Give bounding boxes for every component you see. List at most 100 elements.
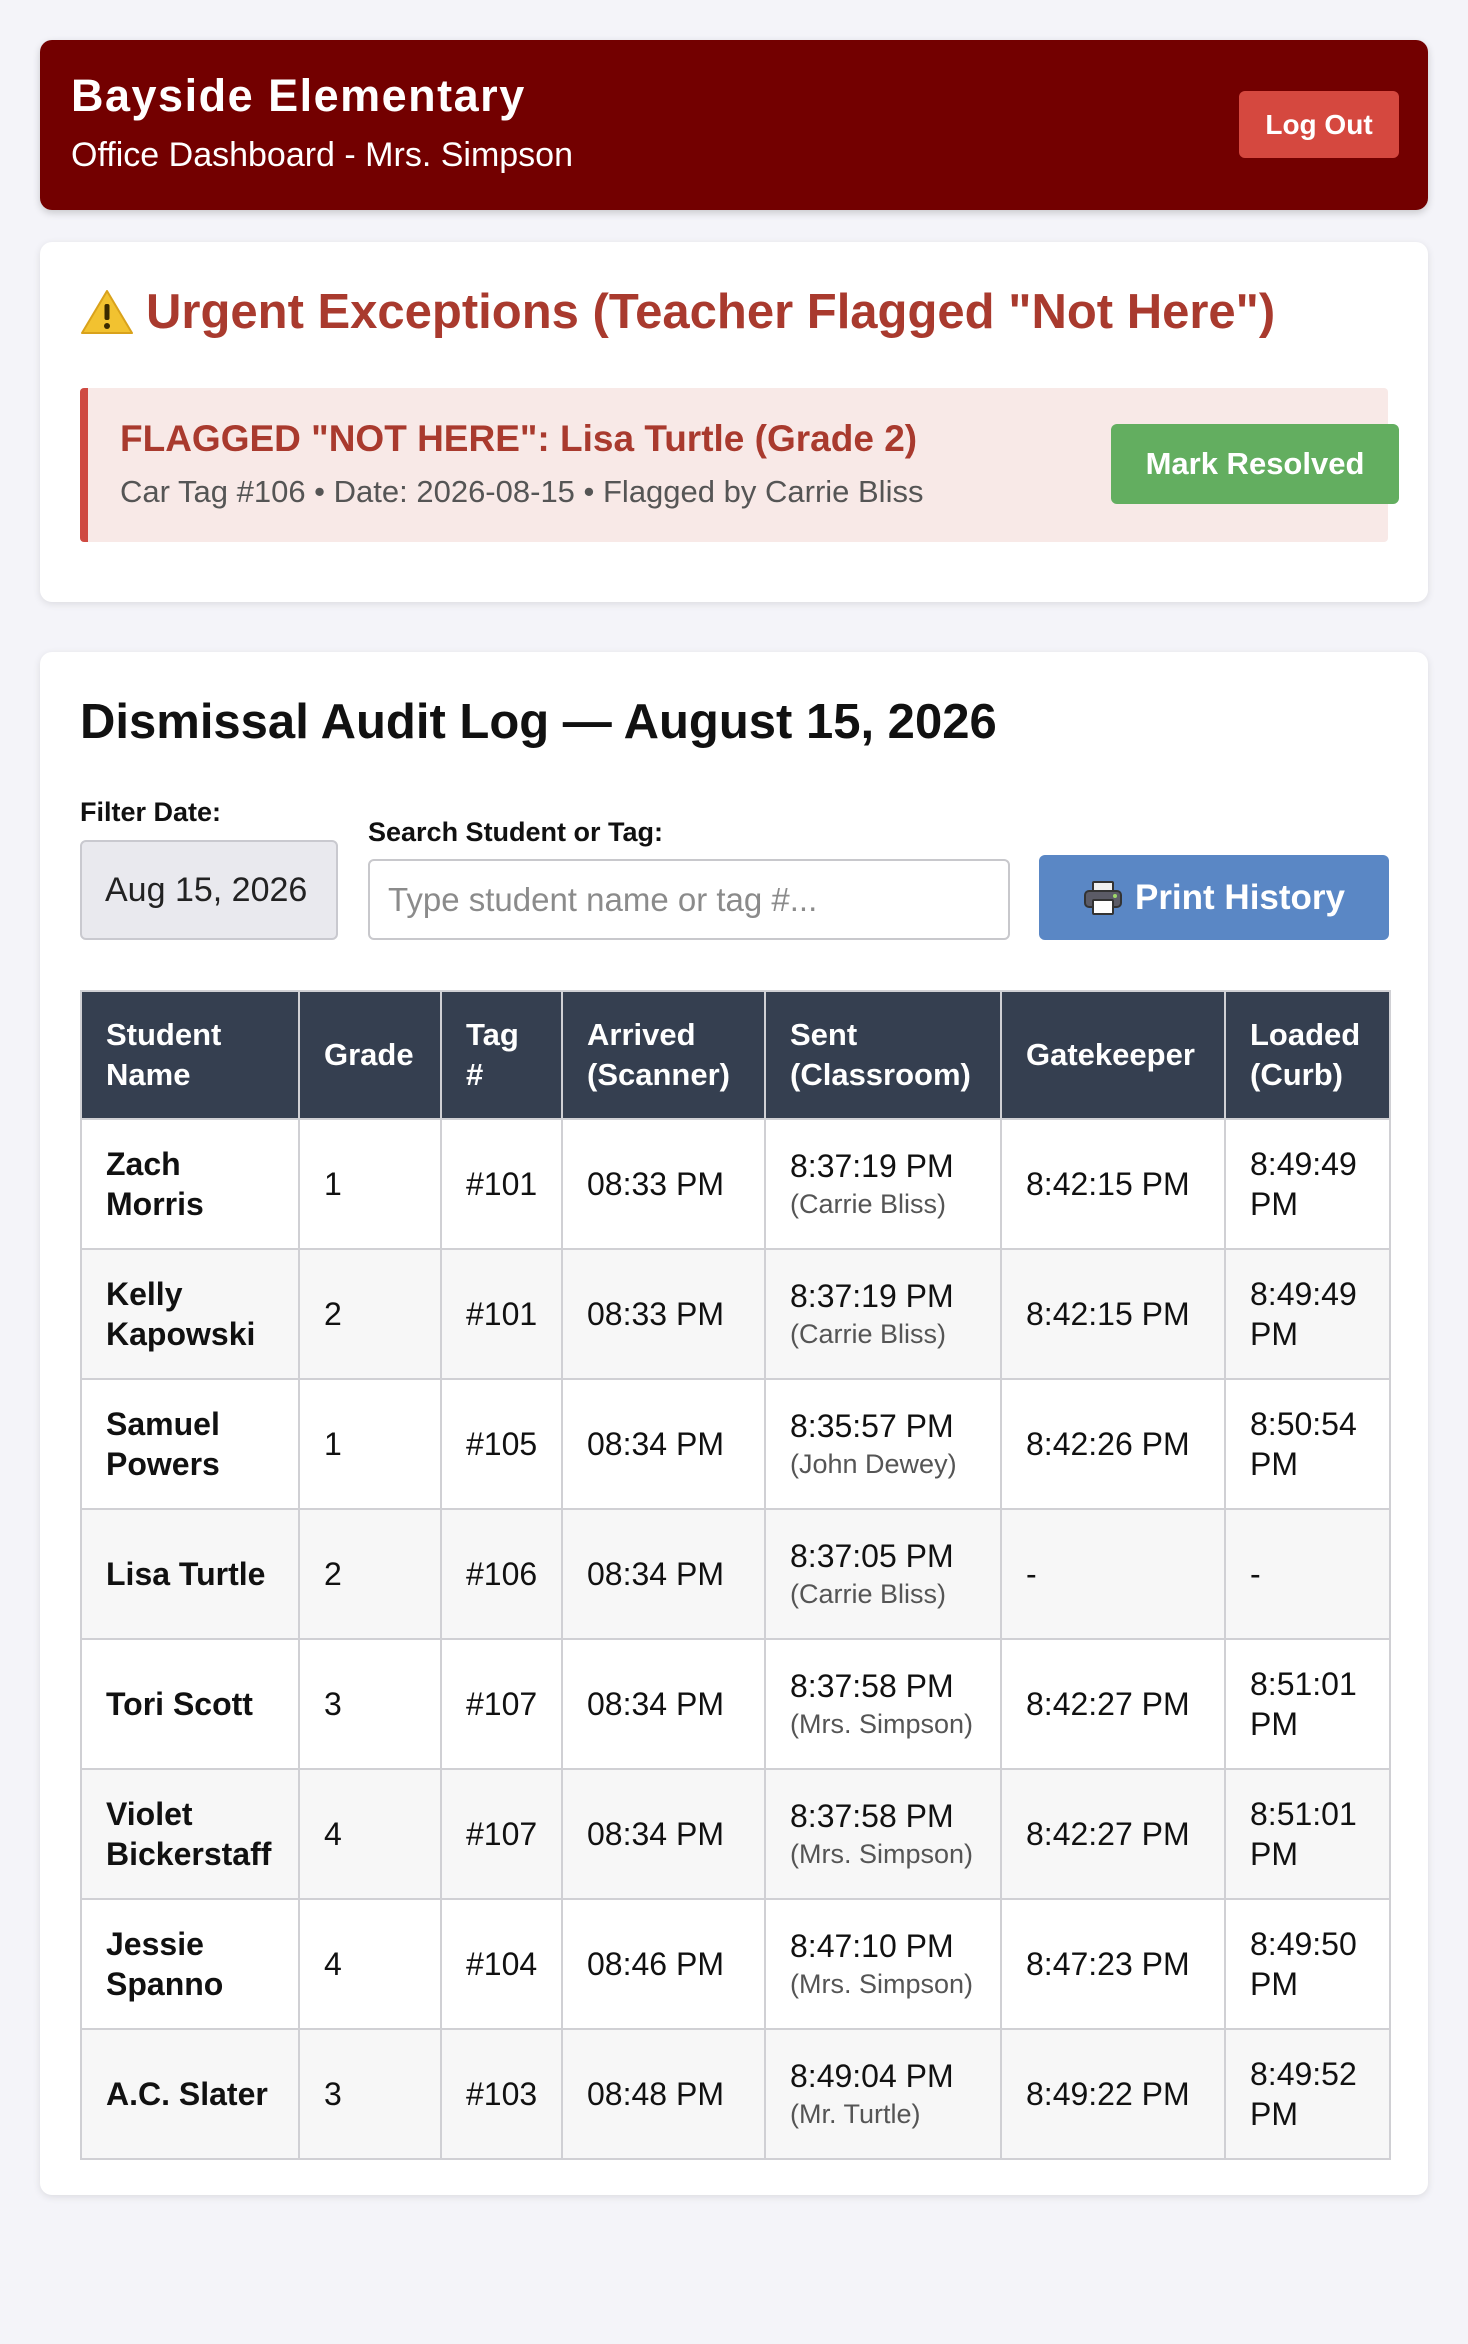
audit-table: Student Name Grade Tag # Arrived (Scanne… — [80, 990, 1391, 2160]
sent-time: 8:37:58 PM — [790, 1798, 954, 1834]
tag-cell: #103 — [440, 2028, 563, 2160]
tag-cell: #101 — [440, 1118, 563, 1250]
sent-by: (Carrie Bliss) — [790, 1579, 947, 1609]
grade-cell: 1 — [298, 1378, 442, 1510]
gatekeeper-cell: 8:47:23 PM — [1000, 1898, 1226, 2030]
loaded-cell: 8:49:49 PM — [1224, 1118, 1391, 1250]
loaded-cell: 8:51:01 PM — [1224, 1638, 1391, 1770]
loaded-cell: 8:49:49 PM — [1224, 1248, 1391, 1380]
grade-cell: 4 — [298, 1768, 442, 1900]
student-name-cell: Jessie Spanno — [80, 1898, 300, 2030]
flagged-alert: FLAGGED "NOT HERE": Lisa Turtle (Grade 2… — [80, 388, 1399, 542]
grade-cell: 4 — [298, 1898, 442, 2030]
table-row: Zach Morris 1 #101 08:33 PM 8:37:19 PM (C… — [80, 1118, 1391, 1250]
student-name-cell: Zach Morris — [80, 1118, 300, 1250]
sent-cell: 8:49:04 PM (Mr. Turtle) — [764, 2028, 1002, 2160]
column-header: Student Name — [80, 990, 300, 1120]
sent-time: 8:35:57 PM — [790, 1408, 954, 1444]
student-name-cell: A.C. Slater — [80, 2028, 300, 2160]
student-name-cell: Lisa Turtle — [80, 1508, 300, 1640]
mark-resolved-button[interactable]: Mark Resolved — [1111, 424, 1399, 504]
arrived-cell: 08:48 PM — [561, 2028, 766, 2160]
sent-time: 8:49:04 PM — [790, 2058, 954, 2094]
loaded-cell: 8:50:54 PM — [1224, 1378, 1391, 1510]
dashboard-subtitle: Office Dashboard - Mrs. Simpson — [71, 136, 573, 174]
column-header: Tag # — [440, 990, 563, 1120]
column-header: Loaded (Curb) — [1224, 990, 1391, 1120]
office-dashboard-page: Bayside Elementary Office Dashboard - Mr… — [0, 0, 1468, 2344]
sent-time: 8:37:19 PM — [790, 1278, 954, 1314]
tag-cell: #105 — [440, 1378, 563, 1510]
table-row: Violet Bickerstaff 4 #107 08:34 PM 8:37:… — [80, 1768, 1391, 1900]
loaded-cell: 8:49:50 PM — [1224, 1898, 1391, 2030]
flagged-alert-meta: Car Tag #106 • Date: 2026-08-15 • Flagge… — [120, 474, 924, 509]
arrived-cell: 08:34 PM — [561, 1768, 766, 1900]
search-label: Search Student or Tag: — [368, 817, 664, 847]
table-row: A.C. Slater 3 #103 08:48 PM 8:49:04 PM (M… — [80, 2028, 1391, 2160]
student-name-cell: Violet Bickerstaff — [80, 1768, 300, 1900]
arrived-cell: 08:34 PM — [561, 1638, 766, 1770]
table-row: Jessie Spanno 4 #104 08:46 PM 8:47:10 PM… — [80, 1898, 1391, 2030]
sent-time: 8:47:10 PM — [790, 1928, 954, 1964]
sent-cell: 8:35:57 PM (John Dewey) — [764, 1378, 1002, 1510]
print-history-label: Print History — [1134, 877, 1346, 917]
student-name-cell: Kelly Kapowski — [80, 1248, 300, 1380]
audit-log-card: Dismissal Audit Log — August 15, 2026 Fi… — [40, 652, 1428, 2195]
tag-cell: #107 — [440, 1638, 563, 1770]
sent-by: (Mrs. Simpson) — [790, 1709, 974, 1739]
grade-cell: 3 — [298, 2028, 442, 2160]
flagged-alert-title: FLAGGED "NOT HERE": Lisa Turtle (Grade 2… — [120, 418, 918, 459]
sent-cell: 8:37:58 PM (Mrs. Simpson) — [764, 1768, 1002, 1900]
app-header: Bayside Elementary Office Dashboard - Mr… — [40, 40, 1428, 210]
grade-cell: 1 — [298, 1118, 442, 1250]
gatekeeper-cell: 8:42:26 PM — [1000, 1378, 1226, 1510]
print-history-button[interactable]: Print History — [1039, 855, 1389, 940]
gatekeeper-cell: 8:42:15 PM — [1000, 1248, 1226, 1380]
student-name-cell: Tori Scott — [80, 1638, 300, 1770]
loaded-cell: 8:49:52 PM — [1224, 2028, 1391, 2160]
sent-by: (Mrs. Simpson) — [790, 1839, 974, 1869]
sent-cell: 8:37:58 PM (Mrs. Simpson) — [764, 1638, 1002, 1770]
arrived-cell: 08:33 PM — [561, 1248, 766, 1380]
sent-cell: 8:47:10 PM (Mrs. Simpson) — [764, 1898, 1002, 2030]
grade-cell: 2 — [298, 1248, 442, 1380]
column-header: Arrived (Scanner) — [561, 990, 766, 1120]
tag-cell: #106 — [440, 1508, 563, 1640]
urgent-exceptions-card: Urgent Exceptions (Teacher Flagged "Not … — [40, 242, 1428, 602]
table-header-row: Student Name Grade Tag # Arrived (Scanne… — [80, 990, 1391, 1120]
tag-cell: #104 — [440, 1898, 563, 2030]
student-name-cell: Samuel Powers — [80, 1378, 300, 1510]
grade-cell: 3 — [298, 1638, 442, 1770]
printer-icon — [1083, 880, 1122, 915]
table-row: Tori Scott 3 #107 08:34 PM 8:37:58 PM (Mr… — [80, 1638, 1391, 1770]
sent-by: (Carrie Bliss) — [790, 1319, 947, 1349]
arrived-cell: 08:34 PM — [561, 1508, 766, 1640]
column-header: Sent (Classroom) — [764, 990, 1002, 1120]
search-input[interactable] — [368, 859, 1010, 940]
loaded-cell: 8:51:01 PM — [1224, 1768, 1391, 1900]
table-row: Samuel Powers 1 #105 08:34 PM 8:35:57 PM… — [80, 1378, 1391, 1510]
sent-time: 8:37:19 PM — [790, 1148, 954, 1184]
sent-cell: 8:37:05 PM (Carrie Bliss) — [764, 1508, 1002, 1640]
logout-button[interactable]: Log Out — [1239, 91, 1399, 158]
tag-cell: #101 — [440, 1248, 563, 1380]
table-row: Kelly Kapowski 2 #101 08:33 PM 8:37:19 P… — [80, 1248, 1391, 1380]
gatekeeper-cell: 8:49:22 PM — [1000, 2028, 1226, 2160]
warning-icon — [81, 290, 133, 334]
sent-by: (John Dewey) — [790, 1449, 957, 1479]
gatekeeper-cell: 8:42:27 PM — [1000, 1638, 1226, 1770]
loaded-cell: - — [1224, 1508, 1391, 1640]
column-header: Grade — [298, 990, 442, 1120]
filter-date-field[interactable]: Aug 15, 2026 — [80, 840, 338, 940]
column-header: Gatekeeper — [1000, 990, 1226, 1120]
exceptions-heading: Urgent Exceptions (Teacher Flagged "Not … — [80, 284, 1275, 340]
filter-date-label: Filter Date: — [80, 797, 222, 827]
school-name: Bayside Elementary — [71, 70, 526, 121]
exceptions-title: Urgent Exceptions (Teacher Flagged "Not … — [146, 285, 1276, 339]
tag-cell: #107 — [440, 1768, 563, 1900]
arrived-cell: 08:46 PM — [561, 1898, 766, 2030]
sent-by: (Mr. Turtle) — [790, 2099, 921, 2129]
sent-cell: 8:37:19 PM (Carrie Bliss) — [764, 1118, 1002, 1250]
sent-by: (Mrs. Simpson) — [790, 1969, 974, 1999]
arrived-cell: 08:33 PM — [561, 1118, 766, 1250]
